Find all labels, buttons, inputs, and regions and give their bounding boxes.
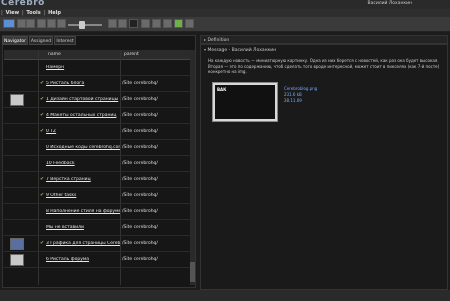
table-row[interactable]: ✔ 3 Графика для страницы Cerebro /Site c…: [4, 236, 190, 252]
task-parent: /Site cerebrohq/: [122, 81, 158, 86]
table-row[interactable]: Мы не вставили /Site cerebrohq/: [4, 220, 190, 236]
check-icon: ✔: [40, 112, 45, 118]
zoom-slider[interactable]: [68, 24, 102, 26]
filter-icon[interactable]: [26, 19, 35, 28]
thumbnail-image: [10, 238, 24, 250]
menu-help[interactable]: Help: [48, 10, 61, 16]
zoom-slider-knob[interactable]: [79, 21, 85, 29]
table-header: name parent: [4, 50, 190, 60]
task-parent: /Site cerebrohq/: [122, 129, 158, 134]
task-name[interactable]: 6 Ристаль форума: [46, 257, 120, 262]
menu-tools[interactable]: Tools: [26, 10, 40, 16]
task-name[interactable]: 3 Графика для страницы Cerebro: [46, 241, 120, 246]
task-name[interactable]: Намерн: [46, 65, 120, 70]
title-bar: Cerebro Василий Лоханкин: [0, 0, 450, 9]
thumbnail-image: [10, 254, 24, 266]
definition-bar[interactable]: ▸ Definition: [200, 35, 448, 44]
tab-assigned[interactable]: Assigned: [29, 36, 53, 45]
task-parent: /Site cerebrohq/: [122, 113, 158, 118]
user-name[interactable]: Василий Лоханкин: [368, 1, 412, 6]
task-name[interactable]: 8 Наполнение стиля на форуме: [46, 209, 120, 214]
menu-bar: | View | Tools | Help: [0, 9, 450, 17]
task-name[interactable]: Мы не вставили: [46, 225, 120, 230]
tab-interest[interactable]: Interest: [54, 36, 76, 45]
status-bar: [0, 290, 450, 301]
menu: | View | Tools | Help: [1, 10, 62, 16]
collapse-arrow-icon: ▾: [204, 47, 207, 52]
view-mode-button[interactable]: [3, 19, 15, 28]
task-name[interactable]: 1 Дизайн стартовой страницы: [46, 97, 120, 102]
refresh-icon[interactable]: [108, 19, 117, 28]
task-parent: /Site cerebrohq/: [122, 177, 158, 182]
task-name[interactable]: 4 Макеты остальных страниц: [46, 113, 120, 118]
close-icon[interactable]: [152, 19, 161, 28]
export-icon[interactable]: [174, 19, 183, 28]
table-row[interactable]: ✔ 5 Ристаль блога /Site cerebrohq/: [4, 76, 190, 92]
table-row[interactable]: 8 Наполнение стиля на форуме /Site cereb…: [4, 204, 190, 220]
tag-icon[interactable]: [129, 19, 138, 28]
check-icon: ✔: [40, 176, 45, 182]
message-text: На каждую новость — миниатюрную картинку…: [208, 58, 440, 74]
task-parent: /Site cerebrohq/: [122, 97, 158, 102]
task-parent: /Site cerebrohq/: [122, 225, 158, 230]
table-row[interactable]: ✔ 1 Дизайн стартовой страницы /Site cere…: [4, 92, 190, 108]
task-name[interactable]: 9 Other tasks: [46, 193, 120, 198]
task-parent: /Site cerebrohq/: [122, 241, 158, 246]
tasks-icon[interactable]: [37, 19, 46, 28]
task-parent: /Site cerebrohq/: [122, 193, 158, 198]
attachment-size: 231.6 kB: [284, 92, 302, 97]
preview-logo: ВАК: [217, 87, 227, 92]
table-row[interactable]: 10 Feedback /Site cerebrohq/: [4, 156, 190, 172]
table-row[interactable]: Намерн: [4, 60, 190, 76]
check-icon: ✔: [40, 80, 45, 86]
table-row[interactable]: ✔ 4 Макеты остальных страниц /Site cereb…: [4, 108, 190, 124]
task-parent: /Site cerebrohq/: [122, 209, 158, 214]
expand-arrow-icon: ▸: [204, 37, 207, 42]
table-row[interactable]: ✔ 7 Верстка страниц /Site cerebrohq/: [4, 172, 190, 188]
task-name[interactable]: 0 TZ: [46, 129, 120, 134]
table-row[interactable]: ✔ 0 TZ /Site cerebrohq/: [4, 124, 190, 140]
tab-navigator[interactable]: Navigator: [2, 36, 28, 45]
clock-icon[interactable]: [141, 19, 150, 28]
down-arrow-icon[interactable]: [17, 19, 26, 28]
definition-label: Definition: [207, 38, 230, 43]
message-header: ▾ Message - Василий Лоханкин: [204, 47, 276, 53]
scrollbar-thumb[interactable]: [190, 262, 195, 282]
attachment-date: 28.11.09: [284, 98, 302, 103]
table-scrollbar[interactable]: [190, 50, 195, 285]
search-icon[interactable]: [57, 19, 66, 28]
task-name[interactable]: 10 Feedback: [46, 161, 120, 166]
copy-icon[interactable]: [47, 19, 56, 28]
table-row[interactable]: 6 Ристаль форума /Site cerebrohq/: [4, 252, 190, 268]
table-row[interactable]: 0 Исходные коды cerebrohq.com /Site cere…: [4, 140, 190, 156]
task-name[interactable]: 0 Исходные коды cerebrohq.com: [46, 145, 120, 150]
attachment-link[interactable]: Cerebroblog.png: [284, 86, 317, 91]
check-icon: ✔: [40, 96, 45, 102]
message-header-text: Message - Василий Лоханкин: [207, 48, 277, 53]
column-name-header[interactable]: name: [48, 50, 61, 59]
menu-separator: |: [43, 10, 46, 16]
check-icon: ✔: [40, 128, 45, 134]
task-parent: /Site cerebrohq/: [122, 145, 158, 150]
table-row[interactable]: ✔ 9 Other tasks /Site cerebrohq/: [4, 188, 190, 204]
home-icon[interactable]: [163, 19, 172, 28]
stop-icon[interactable]: [118, 19, 127, 28]
task-name[interactable]: 7 Верстка страниц: [46, 177, 120, 182]
menu-separator: |: [1, 10, 3, 16]
thumbnail-image: [10, 94, 24, 106]
menu-separator: |: [21, 10, 24, 16]
message-panel: [200, 44, 448, 290]
task-parent: /Site cerebrohq/: [122, 161, 158, 166]
settings-icon[interactable]: [185, 19, 194, 28]
column-parent-header[interactable]: parent: [124, 50, 139, 59]
menu-view[interactable]: View: [6, 10, 20, 16]
check-icon: ✔: [40, 240, 45, 246]
check-icon: ✔: [40, 192, 45, 198]
app-title: Cerebro: [1, 0, 45, 8]
task-name[interactable]: 5 Ристаль блога: [46, 81, 120, 86]
toolbar: [0, 17, 450, 32]
task-parent: /Site cerebrohq/: [122, 257, 158, 262]
